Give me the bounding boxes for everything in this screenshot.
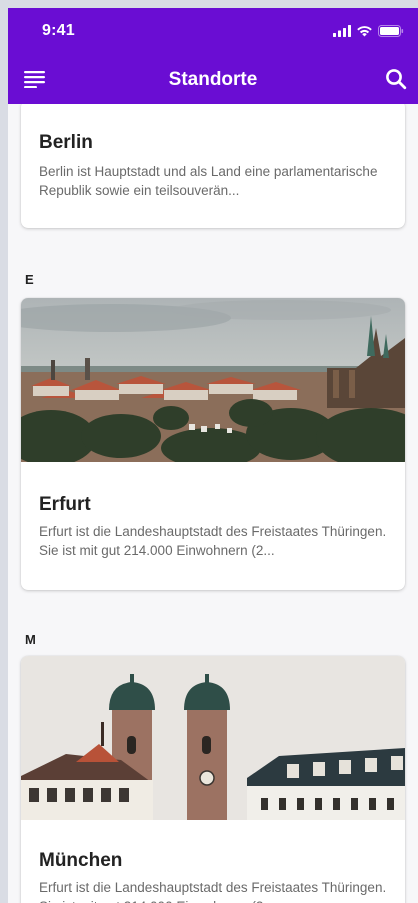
- location-list: Berlin Berlin ist Hauptstadt und als Lan…: [8, 104, 418, 903]
- page-title: Standorte: [168, 69, 258, 90]
- section-header-m: M: [25, 632, 36, 647]
- search-icon: [385, 68, 407, 95]
- location-card-muenchen[interactable]: München Erfurt ist die Landeshauptstadt …: [21, 656, 405, 903]
- location-name: Berlin: [39, 132, 93, 153]
- status-icons: [333, 24, 404, 42]
- location-name: Erfurt: [39, 494, 91, 515]
- phone-screen: 9:41 Standorte Berlin Berlin ist Hauptst…: [8, 8, 418, 903]
- muenchen-frauenkirche-image: [21, 656, 405, 820]
- section-header-e: E: [25, 272, 34, 287]
- toolbar: Standorte: [8, 58, 418, 104]
- location-name: München: [39, 850, 123, 871]
- status-time: 9:41: [42, 22, 75, 39]
- location-card-berlin[interactable]: Berlin Berlin ist Hauptstadt und als Lan…: [21, 104, 405, 228]
- cellular-signal-icon: [333, 24, 351, 42]
- location-description: Erfurt ist die Landeshauptstadt des Frei…: [39, 524, 387, 558]
- search-button[interactable]: [382, 67, 410, 95]
- app-bar: 9:41 Standorte: [8, 8, 418, 104]
- erfurt-cityscape-image: [21, 298, 405, 462]
- status-bar: 9:41: [8, 8, 418, 54]
- location-description: Berlin ist Hauptstadt und als Land eine …: [39, 164, 378, 198]
- battery-icon: [378, 24, 404, 42]
- location-card-erfurt[interactable]: Erfurt Erfurt ist die Landeshauptstadt d…: [21, 298, 405, 590]
- wifi-icon: [356, 24, 373, 42]
- location-description: Erfurt ist die Landeshauptstadt des Frei…: [39, 880, 387, 903]
